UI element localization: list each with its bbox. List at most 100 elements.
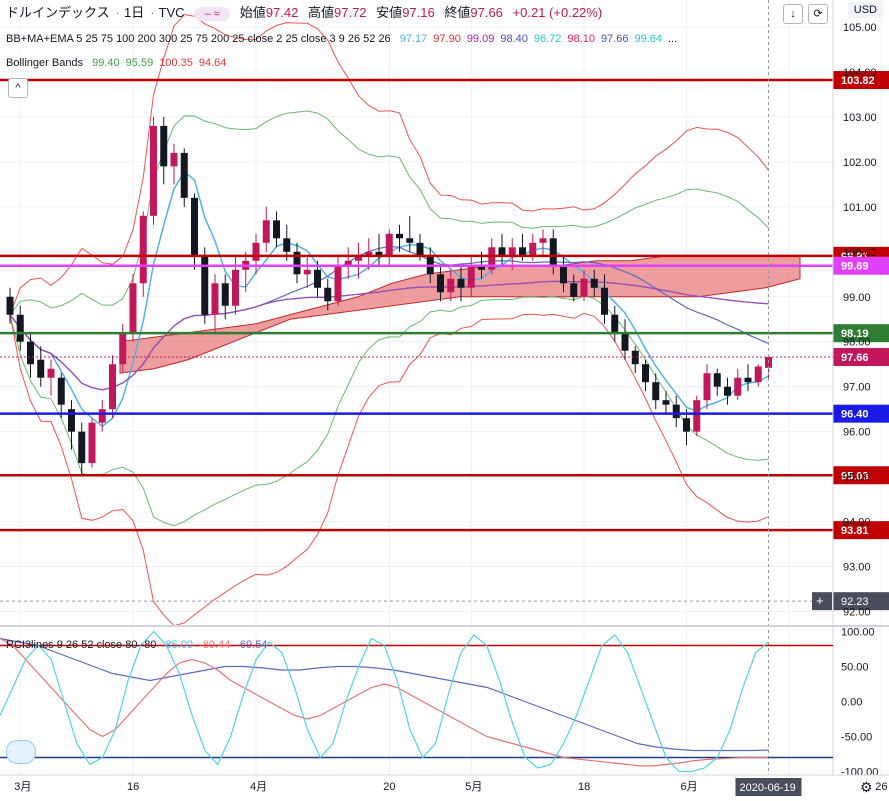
close-value: 97.66	[470, 5, 503, 20]
rci-axis-tick: 100.00	[841, 627, 875, 639]
candle-body	[119, 332, 127, 365]
candle-body	[570, 283, 578, 297]
candle-body	[437, 274, 444, 293]
rci-indicator-legend[interactable]: RCI3lines 9 26 52 close 80 -80 85.00 -80.…	[6, 638, 273, 652]
bb-indicator-legend[interactable]: Bollinger Bands 99.40 95.59 100.35 94.64	[6, 56, 232, 70]
time-axis-label: 16	[127, 781, 139, 793]
source-label: TVC	[158, 5, 185, 20]
rci-axis-tick: 0.00	[841, 697, 862, 709]
candle-body	[78, 431, 86, 464]
price-axis-tick: 94.00	[843, 517, 871, 529]
ma-value-4: 96.72	[533, 33, 562, 45]
candle-body	[560, 265, 567, 284]
ma-value-7: 99.64	[634, 33, 662, 45]
candle-body	[601, 287, 608, 315]
candle-body	[283, 238, 291, 252]
candle-body	[252, 242, 260, 261]
candle-body	[324, 287, 332, 302]
rci-9-line	[0, 630, 769, 773]
price-axis-tick: 97.00	[843, 382, 871, 394]
candle-body	[303, 269, 311, 275]
candle-body	[170, 152, 178, 167]
candle-body	[683, 418, 690, 432]
candle-body	[98, 409, 106, 423]
candle-body	[160, 125, 168, 167]
time-axis-label: 6月	[681, 781, 698, 793]
candle-body	[539, 238, 547, 243]
price-axis-tick: 93.00	[843, 562, 871, 574]
currency-label[interactable]: USD	[847, 2, 883, 18]
bb-value-1: 95.59	[125, 57, 154, 69]
rci-indicator-title: RCI3lines 9 26 52 close 80 -80	[6, 639, 157, 651]
candle-body	[139, 215, 147, 284]
refresh-icon[interactable]: ⟳	[808, 4, 828, 24]
candle-body	[262, 220, 270, 243]
price-axis-tick: 95.00	[843, 472, 871, 484]
candle-body	[529, 242, 537, 257]
candle-body	[406, 238, 414, 243]
candle-body	[590, 278, 598, 288]
crosshair-date-label: 2020-06-19	[740, 782, 796, 794]
candle-body	[47, 368, 55, 378]
candle-body	[734, 377, 742, 396]
ma-value-5: 98.10	[567, 33, 595, 45]
price-axis-tick: 105.00	[843, 22, 877, 34]
candle-body	[416, 242, 424, 257]
symbol-name[interactable]: ドルインデックス	[6, 5, 110, 20]
candle-body	[191, 197, 198, 257]
candle-body	[37, 359, 45, 378]
price-chart[interactable]: 103.8299.9199.6998.1997.6696.4095.0393.8…	[0, 0, 889, 801]
price-axis-tick: 99.00	[843, 292, 871, 304]
candle-body	[129, 283, 137, 333]
ma-value-6: 97.66	[600, 33, 629, 45]
open-label: 始値	[239, 5, 266, 20]
candle-body	[447, 278, 455, 293]
time-axis-label: 4月	[250, 781, 267, 793]
candle-body	[754, 366, 762, 383]
candle-body	[457, 278, 465, 288]
ma-indicator-legend[interactable]: BB+MA+EMA 5 25 75 100 200 300 25 75 200 …	[6, 32, 683, 46]
ma-value-0: 97.17	[399, 33, 428, 45]
price-axis-tick: 92.00	[843, 607, 871, 619]
interval-label[interactable]: 1日	[124, 5, 144, 20]
candle-body	[611, 314, 619, 333]
candle-body	[396, 233, 403, 239]
tradingview-logo-icon[interactable]	[6, 740, 36, 764]
candle-body	[652, 382, 660, 401]
download-icon[interactable]: ↓	[783, 4, 803, 24]
ichimoku-cloud	[119, 255, 801, 374]
price-axis-tick: 101.00	[843, 202, 877, 214]
chart-header: ドルインデックス · 1日 · TVC – ≈ 始値97.42 高値97.72 安値97…	[6, 5, 603, 21]
candle-body	[621, 332, 629, 351]
open-value: 97.42	[265, 5, 299, 20]
level-price-label: 97.66	[841, 352, 869, 364]
ma-more[interactable]: ...	[668, 33, 677, 45]
plus-icon: +	[816, 593, 824, 608]
price-axis-tick: 104.00	[843, 67, 877, 79]
time-axis-label: 5月	[465, 781, 482, 793]
candle-body	[662, 400, 670, 405]
candle-body	[27, 341, 34, 365]
collapse-legend-button[interactable]: ^	[8, 78, 28, 98]
candle-body	[334, 265, 342, 302]
compare-icon[interactable]: – ≈	[194, 7, 231, 21]
ma-indicator-title: BB+MA+EMA 5 25 75 100 200 300 25 75 200 …	[6, 33, 391, 45]
candle-body	[16, 314, 24, 342]
price-axis-tick: 96.00	[843, 427, 871, 439]
close-label: 終値	[444, 5, 471, 20]
candle-body	[549, 238, 557, 266]
level-price-label: 96.40	[841, 409, 869, 421]
low-value: 97.16	[402, 5, 435, 20]
ma-value-1: 97.90	[433, 33, 461, 45]
high-label: 高値	[307, 5, 334, 20]
candle-body	[6, 296, 14, 315]
bb-value-2: 100.35	[159, 57, 193, 69]
candle-body	[580, 278, 588, 297]
candle-body	[232, 269, 239, 306]
ma-value-3: 98.40	[500, 33, 528, 45]
rci-axis-tick: 50.00	[841, 662, 869, 674]
rci-value-2: -69.54	[236, 639, 268, 651]
price-axis-tick: 98.00	[843, 337, 871, 349]
candle-body	[273, 220, 280, 239]
candle-body	[109, 364, 116, 410]
